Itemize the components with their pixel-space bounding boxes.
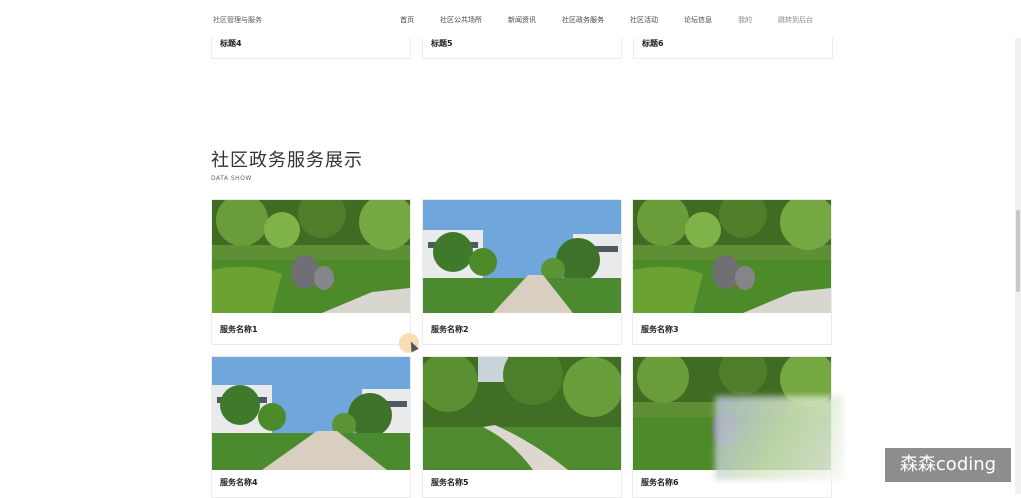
blurred-overlay <box>715 396 843 480</box>
nav-item-public-places[interactable]: 社区公共场所 <box>440 15 482 25</box>
nav-item-admin[interactable]: 跳转到后台 <box>778 15 813 25</box>
garden-photo <box>212 200 410 313</box>
service-name: 服务名称4 <box>220 478 258 487</box>
card-title-label: 标题6 <box>642 39 664 48</box>
service-name: 服务名称2 <box>431 325 469 334</box>
nav-item-gov-services[interactable]: 社区政务服务 <box>562 15 604 25</box>
page-scrollbar[interactable] <box>1015 0 1021 494</box>
service-card-1[interactable]: 服务名称1 <box>211 199 411 345</box>
nav-item-news[interactable]: 新闻资讯 <box>508 15 536 25</box>
watermark-label: 森森coding <box>885 448 1011 482</box>
site-brand[interactable]: 社区管理与服务 <box>213 15 262 25</box>
section-subtitle: DATA SHOW <box>211 175 252 182</box>
garden-photo <box>633 200 831 313</box>
service-card-4[interactable]: 服务名称4 <box>211 356 411 498</box>
section-title: 社区政务服务展示 <box>211 150 363 171</box>
service-name: 服务名称1 <box>220 325 258 334</box>
road-photo <box>212 357 410 470</box>
road-photo <box>423 200 621 313</box>
scrollbar-thumb[interactable] <box>1016 210 1020 292</box>
nav-item-home[interactable]: 首页 <box>400 15 414 25</box>
service-name: 服务名称3 <box>641 325 679 334</box>
nav-item-mine[interactable]: 我的 <box>738 15 752 25</box>
service-card-2[interactable]: 服务名称2 <box>422 199 622 345</box>
service-name: 服务名称6 <box>641 478 679 487</box>
nav-item-activities[interactable]: 社区活动 <box>630 15 658 25</box>
park-path-photo <box>423 357 621 470</box>
card-title-label: 标题4 <box>220 39 242 48</box>
nav-item-forum[interactable]: 论坛信息 <box>684 15 712 25</box>
service-card-5[interactable]: 服务名称5 <box>422 356 622 498</box>
service-card-3[interactable]: 服务名称3 <box>632 199 832 345</box>
nav-menu: 首页 社区公共场所 新闻资讯 社区政务服务 社区活动 论坛信息 我的 跳转到后台 <box>400 15 839 25</box>
card-title-label: 标题5 <box>431 39 453 48</box>
top-navbar: 社区管理与服务 首页 社区公共场所 新闻资讯 社区政务服务 社区活动 论坛信息 … <box>0 0 1021 38</box>
service-name: 服务名称5 <box>431 478 469 487</box>
